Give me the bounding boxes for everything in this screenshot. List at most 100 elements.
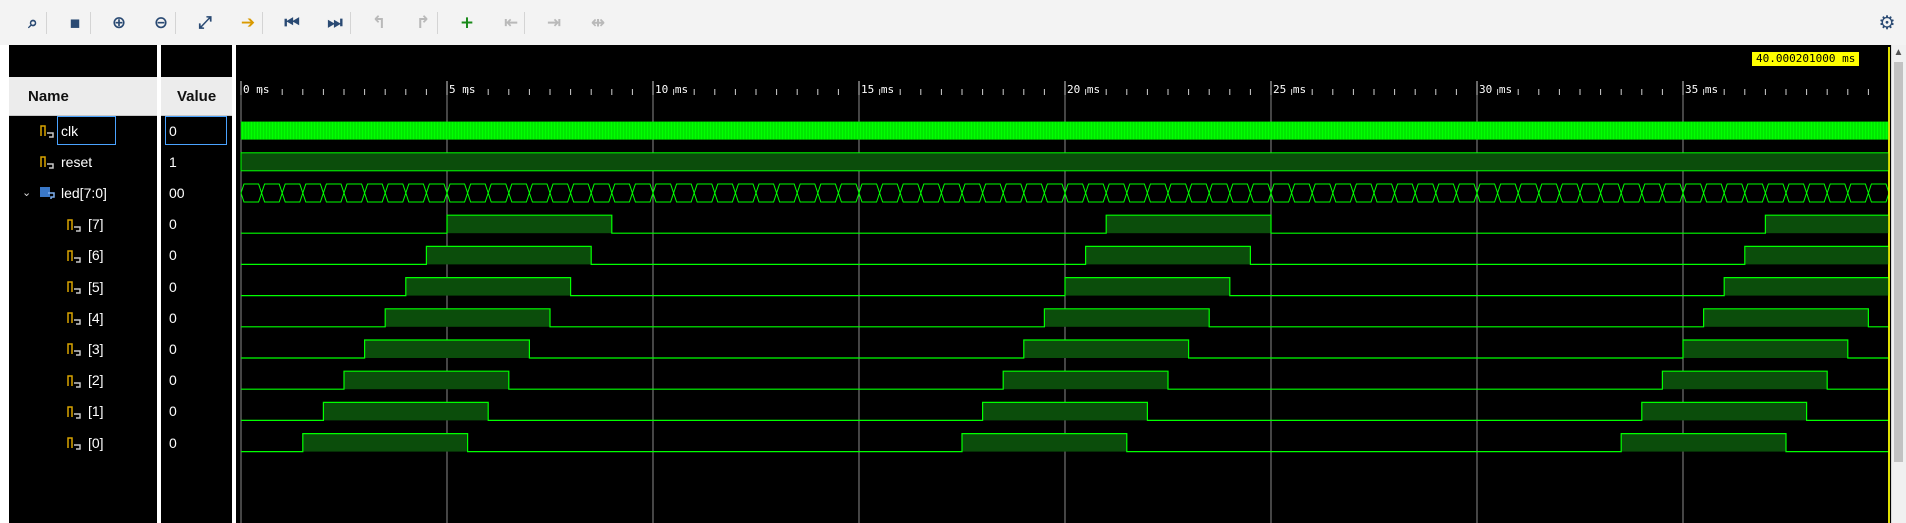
scrollbar-thumb[interactable] xyxy=(1894,62,1903,462)
signal-name: [2] xyxy=(88,372,104,389)
wave-pulse-led3 xyxy=(364,340,530,358)
bus-signal-icon xyxy=(39,185,56,200)
go-to-cursor-icon[interactable]: ➔ xyxy=(235,10,261,36)
single-bit-signal-icon xyxy=(66,217,83,232)
signal-name: [6] xyxy=(88,247,104,264)
signal-name: led[7:0] xyxy=(61,184,107,201)
signal-name: [1] xyxy=(88,403,104,420)
waveform-viewer[interactable]: 0 ms 5 ms 10 ms 15 ms 20 ms 25 ms 30 ms 35 ms xyxy=(236,45,1891,523)
wave-pulse-led3 xyxy=(1682,340,1848,358)
swap-cursors-icon[interactable]: ⇹ xyxy=(585,10,611,36)
signal-value-led2[interactable]: 0 xyxy=(165,365,177,396)
wave-pulse-led1 xyxy=(323,402,489,421)
toolbar-separator xyxy=(437,12,438,34)
add-marker-icon[interactable]: + xyxy=(454,10,480,36)
signal-value-led6[interactable]: 0 xyxy=(165,240,177,271)
left-margin xyxy=(0,45,9,523)
chevron-down-icon[interactable]: ⌄ xyxy=(22,186,36,199)
ruler-label: 10 ms xyxy=(655,83,688,96)
signal-row-led3[interactable]: [3] xyxy=(66,333,104,364)
toolbar-separator xyxy=(350,12,351,34)
wave-pulse-led6 xyxy=(1744,246,1889,265)
ruler-label: 30 ms xyxy=(1479,83,1512,96)
signal-value-led[interactable]: 00 xyxy=(165,177,185,208)
wave-toolbar: ⌕ ▪ ⊕ ⊖ ⤢ ➔ ⏮ ⏭ ↰ ↱ + ⇤ ⇥ ⇹ xyxy=(0,0,1906,46)
ruler-label: 5 ms xyxy=(449,83,476,96)
signal-row-led5[interactable]: [5] xyxy=(66,271,104,302)
single-bit-signal-icon xyxy=(66,248,83,263)
signal-name: [5] xyxy=(88,278,104,295)
toolbar-separator xyxy=(262,12,263,34)
signal-value-led5[interactable]: 0 xyxy=(165,271,177,302)
signal-row-led1[interactable]: [1] xyxy=(66,396,104,427)
save-icon[interactable]: ▪ xyxy=(62,10,88,36)
signal-row-led4[interactable]: [4] xyxy=(66,302,104,333)
search-icon[interactable]: ⌕ xyxy=(20,10,46,36)
signal-value-led1[interactable]: 0 xyxy=(165,396,177,427)
ruler-label: 20 ms xyxy=(1067,83,1100,96)
previous-marker-icon[interactable]: ⇤ xyxy=(498,10,524,36)
wave-pulse-led4 xyxy=(1044,308,1210,327)
single-bit-signal-icon xyxy=(66,404,83,419)
wave-pulse-led2 xyxy=(343,371,509,390)
wave-pulse-led5 xyxy=(405,277,571,296)
go-to-last-time-icon[interactable]: ⏭ xyxy=(322,10,348,36)
signal-name: reset xyxy=(61,153,93,170)
toolbar-separator xyxy=(524,12,525,34)
wave-pulse-led0 xyxy=(302,433,468,452)
wave-pulse-led0 xyxy=(1621,433,1786,452)
go-to-time-zero-icon[interactable]: ⏮ xyxy=(279,10,305,36)
wave-pulse-led4 xyxy=(385,308,550,327)
wave-pulse-led6 xyxy=(426,246,592,265)
scroll-up-arrow-icon[interactable]: ▲ xyxy=(1893,48,1904,58)
name-column-header[interactable]: Name xyxy=(9,77,157,116)
signal-row-led7[interactable]: [7] xyxy=(66,209,104,240)
signal-value-led3[interactable]: 0 xyxy=(165,333,177,364)
zoom-out-icon[interactable]: ⊖ xyxy=(148,10,174,36)
wave-pulse-led4 xyxy=(1703,308,1869,327)
single-bit-signal-icon xyxy=(39,123,56,138)
signal-name: [0] xyxy=(88,434,104,451)
wave-pulse-led2 xyxy=(1003,371,1168,390)
single-bit-signal-icon xyxy=(66,435,83,450)
wave-pulse-led5 xyxy=(1724,277,1889,296)
next-transition-icon[interactable]: ↱ xyxy=(410,10,436,36)
ruler-label: 25 ms xyxy=(1273,83,1306,96)
signal-row-led[interactable]: ⌄ led[7:0] xyxy=(22,177,107,208)
wave-pulse-led3 xyxy=(1023,340,1189,358)
signal-value-led4[interactable]: 0 xyxy=(165,302,177,333)
value-column-header[interactable]: Value xyxy=(161,77,232,116)
toolbar-separator xyxy=(175,12,176,34)
wave-pulse-led7 xyxy=(1765,215,1889,234)
next-marker-icon[interactable]: ⇥ xyxy=(541,10,567,36)
single-bit-signal-icon xyxy=(66,279,83,294)
toolbar-separator xyxy=(46,12,47,34)
single-bit-signal-icon xyxy=(66,373,83,388)
signal-row-led0[interactable]: [0] xyxy=(66,427,104,458)
signal-name: [4] xyxy=(88,309,104,326)
wave-pulse-led2 xyxy=(1662,371,1828,390)
signal-row-clk[interactable]: clk xyxy=(22,115,78,146)
signal-value-led7[interactable]: 0 xyxy=(165,209,177,240)
wave-reset xyxy=(240,152,1890,172)
signal-row-led2[interactable]: [2] xyxy=(66,365,104,396)
signal-value-led0[interactable]: 0 xyxy=(165,427,177,458)
signal-name: [7] xyxy=(88,216,104,233)
signal-name: [3] xyxy=(88,340,104,357)
gear-icon[interactable]: ⚙ xyxy=(1874,10,1900,36)
wave-pulse-led1 xyxy=(982,402,1148,421)
wave-pulse-led0 xyxy=(961,433,1127,452)
signal-row-reset[interactable]: reset xyxy=(22,146,92,177)
wave-pulse-led6 xyxy=(1085,246,1251,265)
toolbar-separator xyxy=(90,12,91,34)
wave-pulse-led1 xyxy=(1641,402,1807,421)
zoom-in-icon[interactable]: ⊕ xyxy=(106,10,132,36)
cursor-time-label: 40.000201000 ms xyxy=(1752,52,1860,66)
signal-value-reset[interactable]: 1 xyxy=(165,146,177,177)
wave-pulse-led5 xyxy=(1064,277,1230,296)
zoom-fit-icon[interactable]: ⤢ xyxy=(192,10,218,36)
single-bit-signal-icon xyxy=(66,310,83,325)
signal-row-led6[interactable]: [6] xyxy=(66,240,104,271)
previous-transition-icon[interactable]: ↰ xyxy=(366,10,392,36)
signal-value-clk[interactable]: 0 xyxy=(165,115,177,146)
